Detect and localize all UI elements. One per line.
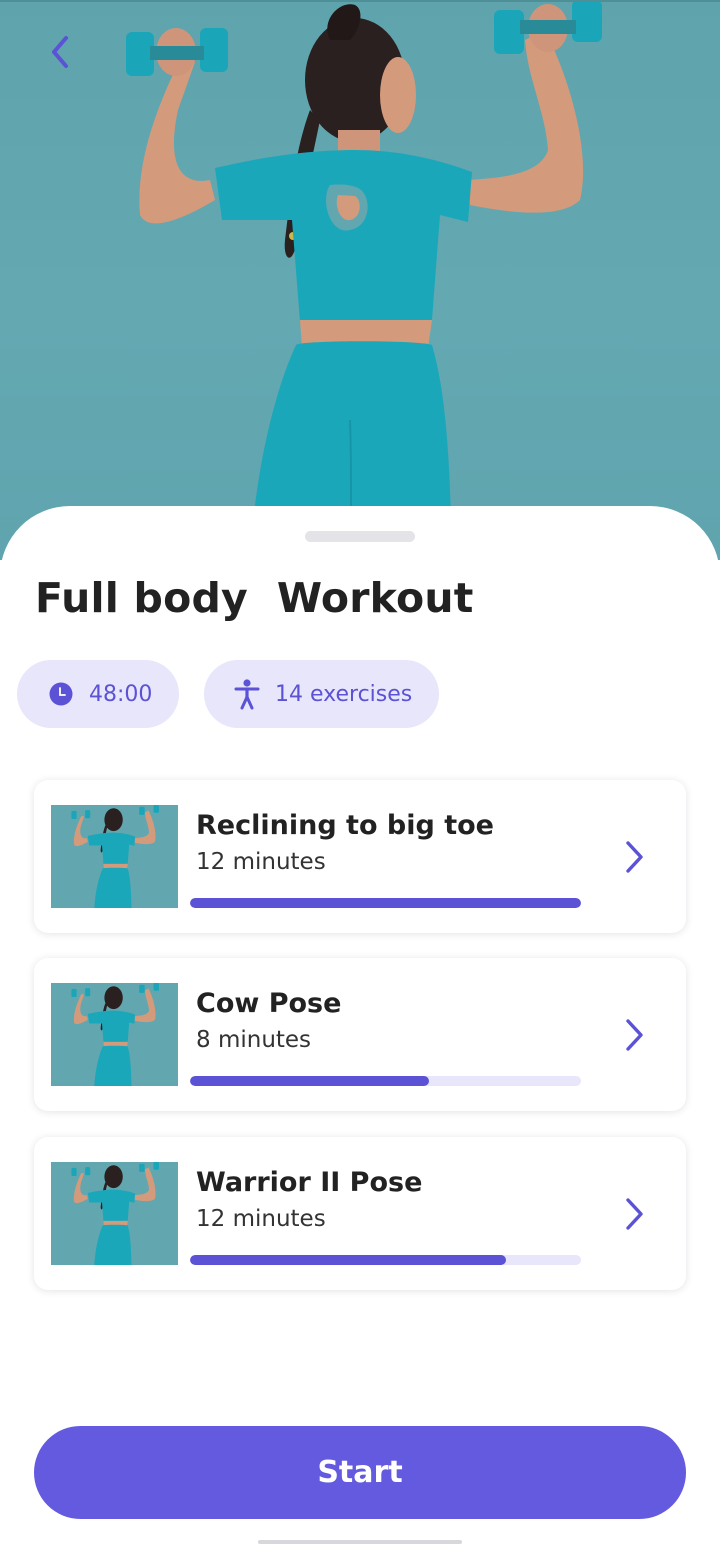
duration-label: 48:00 xyxy=(89,681,153,707)
person-icon xyxy=(234,678,260,710)
hero-top-edge xyxy=(0,0,720,2)
sheet-drag-handle[interactable] xyxy=(305,531,415,542)
woman-with-dumbbells-illustration xyxy=(126,0,602,560)
start-button[interactable]: Start xyxy=(34,1426,686,1519)
exercise-progress-fill xyxy=(190,898,581,908)
exercise-duration: 12 minutes xyxy=(196,849,326,875)
exercise-count-chip: 14 exercises xyxy=(204,660,439,728)
exercise-thumbnail xyxy=(51,805,178,908)
exercise-card[interactable]: Reclining to big toe 12 minutes xyxy=(34,780,686,933)
chevron-right-icon[interactable] xyxy=(620,1016,648,1054)
workout-title: Full body Workout xyxy=(35,574,474,622)
chevron-right-icon[interactable] xyxy=(620,838,648,876)
exercise-progress-bar xyxy=(190,1076,581,1086)
exercise-name: Cow Pose xyxy=(196,988,342,1019)
exercise-thumbnail xyxy=(51,983,178,1086)
exercise-thumbnail xyxy=(51,1162,178,1265)
exercise-duration: 12 minutes xyxy=(196,1206,326,1232)
exercise-progress-bar xyxy=(190,1255,581,1265)
exercise-count-label: 14 exercises xyxy=(275,681,413,707)
exercise-duration: 8 minutes xyxy=(196,1027,312,1053)
exercise-card[interactable]: Warrior II Pose 12 minutes xyxy=(34,1137,686,1290)
chevron-right-icon[interactable] xyxy=(620,1195,648,1233)
exercise-progress-fill xyxy=(190,1076,429,1086)
clock-icon xyxy=(48,681,74,707)
exercise-name: Reclining to big toe xyxy=(196,810,494,841)
exercise-progress-fill xyxy=(190,1255,506,1265)
exercise-card[interactable]: Cow Pose 8 minutes xyxy=(34,958,686,1111)
exercise-progress-bar xyxy=(190,898,581,908)
exercise-name: Warrior II Pose xyxy=(196,1167,423,1198)
home-indicator xyxy=(258,1540,462,1544)
duration-chip: 48:00 xyxy=(17,660,179,728)
chevron-left-icon xyxy=(52,36,68,68)
hero-image xyxy=(0,0,720,560)
back-button[interactable] xyxy=(40,28,84,76)
